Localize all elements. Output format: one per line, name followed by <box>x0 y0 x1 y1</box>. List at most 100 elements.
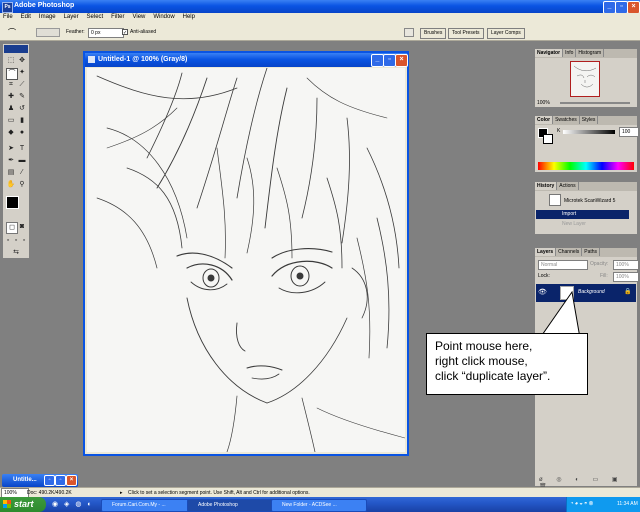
opacity-label: Opacity: <box>590 261 609 267</box>
tab-channels[interactable]: Channels <box>556 248 583 256</box>
color-ramp[interactable] <box>538 162 634 170</box>
notes-tool-icon[interactable]: ▤ <box>6 168 16 178</box>
crop-tool-icon[interactable]: ⌗ <box>6 80 16 90</box>
layers-footer-icons[interactable]: ø ◎ ◐ ▭ ▣ 🗑 <box>539 476 635 490</box>
feather-input[interactable]: 0 px <box>88 28 124 38</box>
task-forum[interactable]: Forum.Cari.Com.My - ... <box>101 499 197 512</box>
tab-actions[interactable]: Actions <box>557 182 579 190</box>
tray-icons[interactable]: ◔◕◒◓⊗ <box>570 500 595 507</box>
screen-mode-1-icon[interactable]: ▫ <box>4 236 12 246</box>
brush-tool-icon[interactable]: ✎ <box>17 92 27 102</box>
menu-file[interactable]: File <box>0 13 16 20</box>
minimized-restore-icon[interactable]: ▫ <box>44 475 55 486</box>
task-photoshop[interactable]: Adobe Photoshop <box>187 499 281 512</box>
fill-input[interactable]: 100% <box>613 272 639 282</box>
tab-styles[interactable]: Styles <box>580 116 599 124</box>
tab-brushes[interactable]: Brushes <box>420 28 447 39</box>
history-item-new-layer[interactable]: New Layer <box>536 220 629 229</box>
healing-brush-icon[interactable]: ✚ <box>6 92 16 102</box>
history-item-import[interactable]: Import <box>536 210 629 219</box>
minimized-close-icon[interactable]: × <box>66 475 77 486</box>
opacity-input[interactable]: 100% <box>613 260 639 270</box>
system-tray: ◔◕◒◓⊗ 11:34 AM <box>566 497 640 512</box>
tab-color[interactable]: Color <box>535 116 554 124</box>
history-palette: History Actions Microtek ScanWizard 5 Imp… <box>534 181 638 235</box>
zoom-tool-icon[interactable]: ⚲ <box>17 180 27 190</box>
tab-navigator[interactable]: Navigator <box>535 49 564 57</box>
menu-help[interactable]: Help <box>180 13 198 20</box>
status-doc-size[interactable]: Doc: 490.2K/490.2K <box>27 490 72 496</box>
blur-tool-icon[interactable]: ◆ <box>6 128 16 138</box>
color-bg-swatch[interactable] <box>543 134 553 144</box>
type-tool-icon[interactable]: T <box>17 144 27 154</box>
quickmask-mode-icon[interactable]: ◙ <box>17 222 27 232</box>
marquee-tool-icon[interactable]: ⬚ <box>6 56 16 66</box>
hand-tool-icon[interactable]: ✋ <box>6 180 16 190</box>
pen-tool-icon[interactable]: ✒ <box>6 156 16 166</box>
path-selection-icon[interactable]: ➤ <box>6 144 16 154</box>
image-canvas[interactable] <box>87 68 405 452</box>
quick-launch-icons[interactable]: ◉ ◈ ◍ ◐ <box>52 500 96 509</box>
menu-window[interactable]: Window <box>150 13 177 20</box>
imageready-icon[interactable]: ⇆ <box>11 248 21 258</box>
document-title: Untitled-1 @ 100% (Gray/8) <box>98 56 188 63</box>
document-title-bar[interactable]: Untitled-1 @ 100% (Gray/8) _ ▫ × <box>85 53 408 67</box>
shape-tool-icon[interactable]: ▬ <box>17 156 27 166</box>
history-brush-icon[interactable]: ↺ <box>17 104 27 114</box>
minimized-maximize-icon[interactable]: ▫ <box>55 475 66 486</box>
tab-info[interactable]: Info <box>563 49 577 57</box>
app-title: Adobe Photoshop <box>14 2 75 9</box>
tab-histogram[interactable]: Histogram <box>576 49 605 57</box>
navigator-zoom[interactable]: 100% <box>537 100 550 106</box>
history-snapshot-thumb[interactable] <box>549 194 561 206</box>
clone-stamp-icon[interactable]: ♟ <box>6 104 16 114</box>
eyedropper-icon[interactable]: ⁄ <box>17 168 27 178</box>
doc-close-icon[interactable]: × <box>395 54 408 67</box>
minimized-document[interactable]: Untitle... ▫ ▫ × <box>2 474 78 487</box>
options-bar: ⌒ Feather: 0 px ✓ Anti-aliased Brushes T… <box>0 23 640 41</box>
callout-line-3: click “duplicate layer”. <box>435 369 551 383</box>
navigator-palette: Navigator Info Histogram 100% <box>534 48 638 108</box>
selection-mode-icons[interactable] <box>36 28 60 37</box>
tab-swatches[interactable]: Swatches <box>553 116 580 124</box>
menu-layer[interactable]: Layer <box>61 13 82 20</box>
tab-layer-comps[interactable]: Layer Comps <box>487 28 525 39</box>
app-title-bar: Ps Adobe Photoshop _ ▫ × <box>0 0 640 14</box>
move-tool-icon[interactable]: ✥ <box>17 56 27 66</box>
antialiased-checkbox[interactable]: ✓ <box>122 29 128 36</box>
magic-wand-tool-icon[interactable]: ✦ <box>17 68 27 78</box>
photoshop-app-icon: Ps <box>2 2 13 13</box>
lasso-tool-preset-icon[interactable]: ⌒ <box>8 28 18 37</box>
menu-filter[interactable]: Filter <box>108 13 127 20</box>
foreground-color-swatch[interactable] <box>6 196 19 209</box>
color-tabs: Color Swatches Styles <box>535 116 637 125</box>
navigator-zoom-slider[interactable] <box>560 102 630 104</box>
color-value-input[interactable]: 100 <box>619 127 639 137</box>
task-acdsee[interactable]: New Folder - ACDSee ... <box>271 499 367 512</box>
slice-tool-icon[interactable]: ⟋ <box>17 80 27 90</box>
tab-layers[interactable]: Layers <box>535 248 557 256</box>
menu-view[interactable]: View <box>129 13 148 20</box>
tab-tool-presets[interactable]: Tool Presets <box>448 28 484 39</box>
dodge-tool-icon[interactable]: ● <box>17 128 27 138</box>
clock[interactable]: 11:34 AM <box>617 501 638 507</box>
start-button[interactable]: start <box>0 497 46 512</box>
tab-paths[interactable]: Paths <box>582 248 601 256</box>
color-channel-label: K <box>557 128 561 134</box>
blend-mode-select[interactable]: Normal <box>538 260 588 270</box>
gradient-tool-icon[interactable]: ▮ <box>17 116 27 126</box>
navigator-thumbnail[interactable] <box>570 61 600 97</box>
file-browser-icon[interactable] <box>404 28 414 37</box>
pencil-sketch-drawing <box>96 68 405 452</box>
screen-mode-3-icon[interactable]: ▫ <box>20 236 28 246</box>
eraser-tool-icon[interactable]: ▭ <box>6 116 16 126</box>
history-snapshot-label[interactable]: Microtek ScanWizard 5 <box>564 198 615 204</box>
status-arrow-icon[interactable]: ▸ <box>120 490 123 496</box>
menu-edit[interactable]: Edit <box>18 13 34 20</box>
layers-tabs: Layers Channels Paths <box>535 248 637 257</box>
color-slider[interactable] <box>563 130 615 134</box>
tab-history[interactable]: History <box>535 182 558 190</box>
menu-image[interactable]: Image <box>36 13 59 20</box>
menu-select[interactable]: Select <box>84 13 107 20</box>
screen-mode-2-icon[interactable]: ▫ <box>12 236 20 246</box>
